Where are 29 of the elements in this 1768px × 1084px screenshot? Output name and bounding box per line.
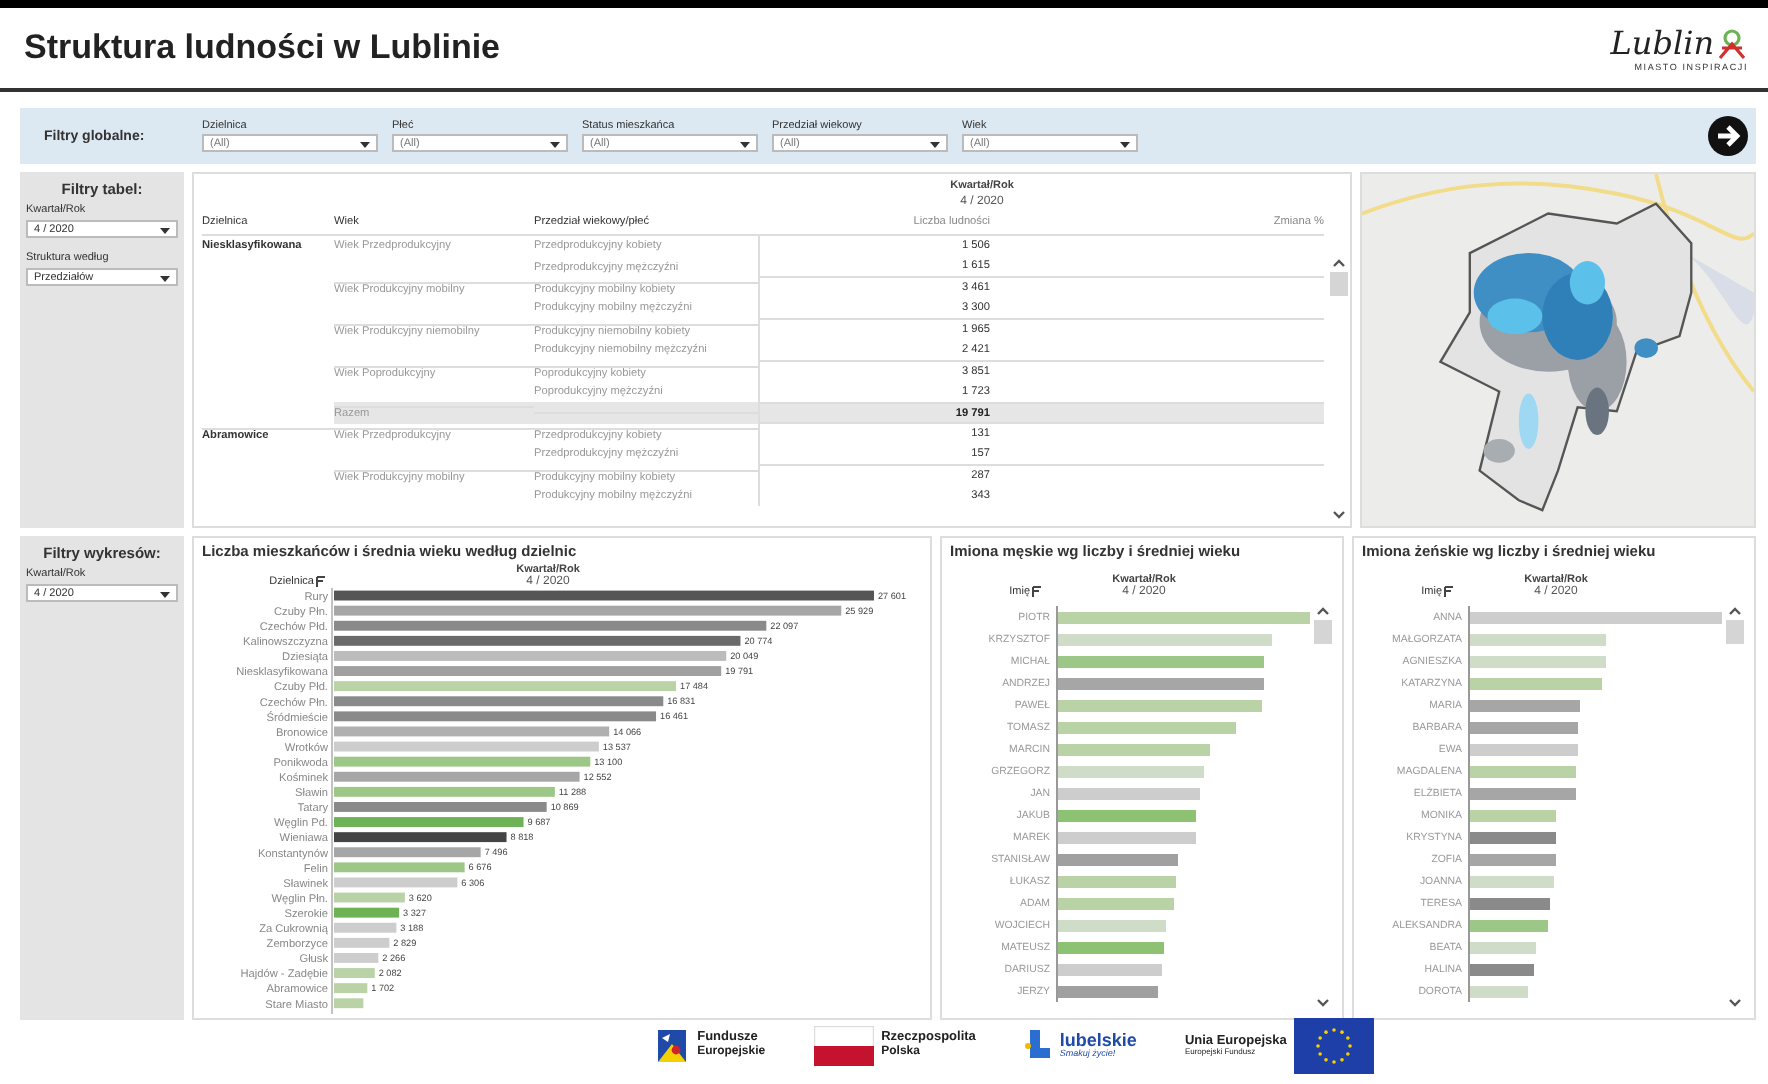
sort-icon[interactable] <box>1444 586 1454 598</box>
chevron-up-icon[interactable] <box>1315 606 1329 616</box>
flag-icon <box>813 1026 874 1066</box>
scrollbar-thumb[interactable] <box>1725 620 1743 644</box>
caret-icon <box>160 592 170 598</box>
chevron-up-icon[interactable] <box>1332 258 1346 268</box>
sort-icon[interactable] <box>1032 586 1042 598</box>
scrollbar-thumb[interactable] <box>1313 620 1331 644</box>
sort-icon[interactable] <box>316 575 326 588</box>
caret-icon <box>550 142 560 148</box>
chevron-up-icon[interactable] <box>1727 606 1741 616</box>
arrow-right-icon[interactable] <box>1708 116 1748 156</box>
chevron-down-icon[interactable] <box>1727 998 1741 1008</box>
eu-flag-icon <box>1294 1018 1375 1074</box>
logo-text: lubelskie <box>1059 1031 1137 1050</box>
region-logo-icon <box>1023 1028 1052 1064</box>
chevron-down-icon[interactable] <box>1332 510 1346 520</box>
caret-icon <box>1120 142 1130 148</box>
page-title: Struktura ludności w Lublinie <box>24 28 501 68</box>
funds-logo-icon <box>653 1028 690 1064</box>
caret-icon <box>160 228 170 234</box>
caret-icon <box>360 142 370 148</box>
caret-icon <box>740 142 750 148</box>
caret-icon <box>930 142 940 148</box>
logo-wordmark: Lublin <box>1610 24 1714 62</box>
caret-icon <box>160 276 170 282</box>
figure-icon <box>1716 27 1748 59</box>
chevron-down-icon[interactable] <box>1315 998 1329 1008</box>
scrollbar-thumb[interactable] <box>1330 272 1348 296</box>
